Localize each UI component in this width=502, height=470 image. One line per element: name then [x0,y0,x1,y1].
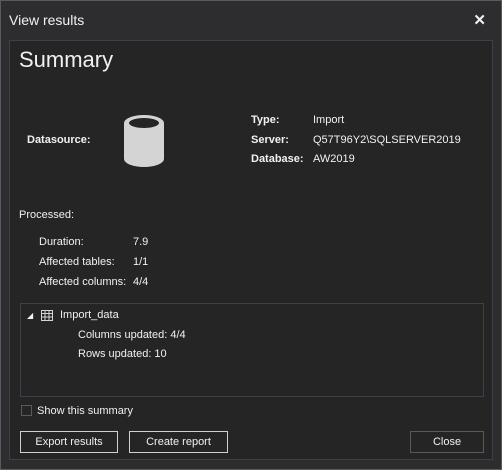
expand-arrow-icon[interactable]: ◢ [27,311,33,320]
show-summary-label[interactable]: Show this summary [37,405,133,417]
type-value: Import [313,114,345,126]
show-summary-checkbox[interactable] [21,405,32,416]
rows-updated-text: Rows updated: 10 [78,348,167,360]
affected-tables-value: 1/1 [133,256,149,268]
affected-columns-value: 4/4 [133,276,149,288]
processed-label: Processed: [19,209,75,221]
close-icon[interactable]: ✕ [473,11,486,29]
close-button[interactable]: Close [410,431,484,453]
database-value: AW2019 [313,153,355,165]
create-report-button[interactable]: Create report [129,431,228,453]
tree-node-label: Import_data [60,309,119,321]
database-label: Database: [251,153,304,165]
affected-columns-label: Affected columns: [39,276,127,288]
affected-tables-label: Affected tables: [39,256,115,268]
results-tree[interactable]: ◢ Import_data Columns updated: 4/4 Rows … [20,303,484,397]
server-label: Server: [251,134,289,146]
title-bar: View results ✕ [1,1,501,39]
duration-label: Duration: [39,236,84,248]
page-title: Summary [19,47,114,72]
window-title: View results [9,12,85,28]
table-icon [41,310,53,321]
view-results-window: View results ✕ Summary Datasource: Type:… [0,0,502,470]
duration-value: 7.9 [133,236,149,248]
columns-updated-text: Columns updated: 4/4 [78,329,186,341]
server-value: Q57T96Y2\SQLSERVER2019 [313,134,461,146]
summary-panel: Summary Datasource: Type: Import Server:… [9,40,493,460]
datasource-label: Datasource: [27,134,91,146]
database-icon [124,115,164,167]
type-label: Type: [251,114,280,126]
export-results-button[interactable]: Export results [20,431,118,453]
